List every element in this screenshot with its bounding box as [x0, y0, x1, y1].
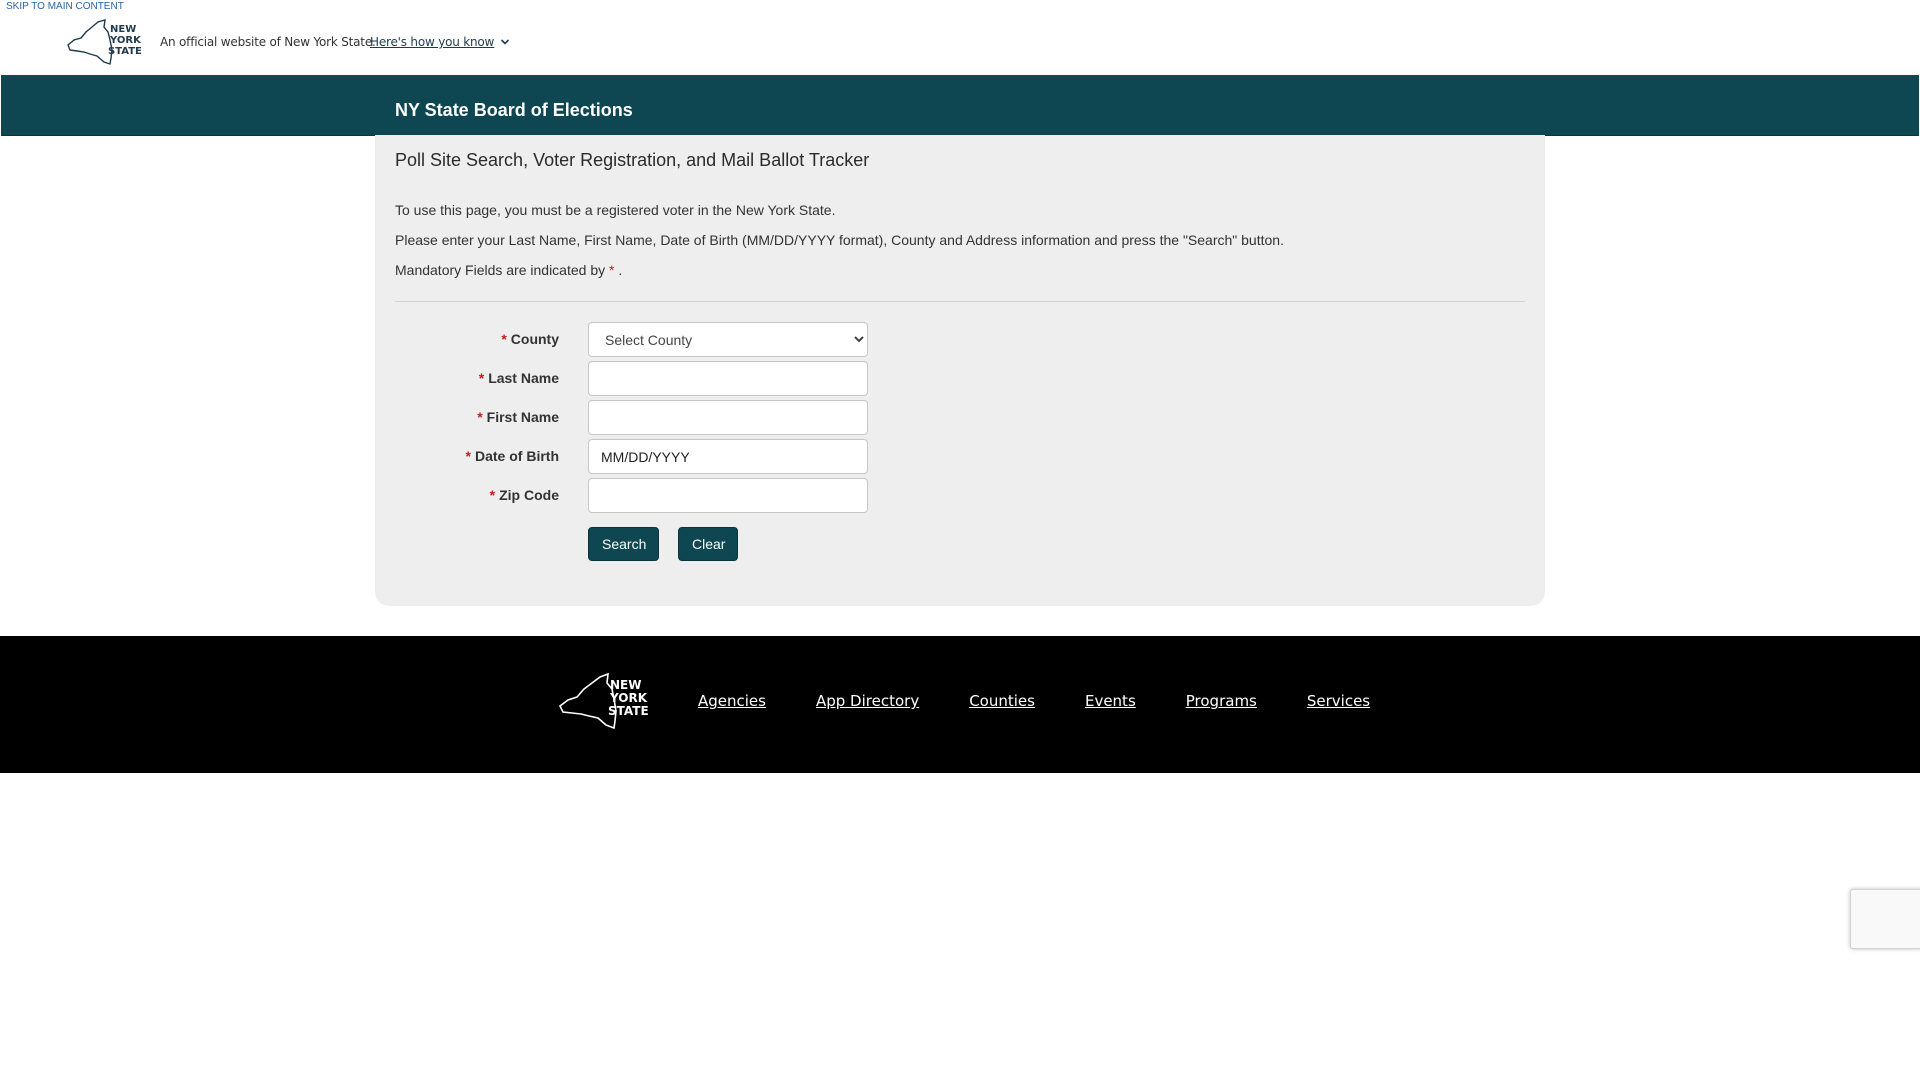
footer-link-programs[interactable]: Programs	[1186, 692, 1257, 710]
main-panel: Poll Site Search, Voter Registration, an…	[375, 135, 1545, 606]
first-name-label: * First Name	[477, 409, 559, 425]
ny-state-footer-logo[interactable]: NEW YORK STATE	[557, 672, 651, 730]
footer-logo-line-3: STATE	[608, 704, 649, 718]
agency-title[interactable]: NY State Board of Elections	[395, 100, 633, 121]
footer-link-app-directory[interactable]: App Directory	[816, 692, 919, 710]
required-marker: *	[501, 331, 507, 347]
logo-line-3: STATE	[108, 46, 142, 57]
logo-line-2: YORK	[109, 35, 142, 46]
county-select[interactable]: Select County	[588, 322, 868, 357]
search-button[interactable]: Search	[588, 527, 659, 561]
dob-label: * Date of Birth	[465, 448, 559, 464]
footer-logo-line-2: YORK	[609, 691, 648, 705]
footer-nav: Agencies App Directory Counties Events P…	[698, 692, 1370, 710]
footer-logo-line-1: NEW	[610, 678, 641, 692]
first-name-row: * First Name	[375, 400, 975, 435]
county-row: * County Select County	[375, 322, 975, 357]
last-name-input[interactable]	[588, 361, 868, 396]
zip-row: * Zip Code	[375, 478, 975, 513]
required-marker: *	[478, 370, 485, 386]
logo-line-1: NEW	[110, 24, 136, 35]
mandatory-suffix: .	[618, 262, 623, 278]
how-you-know-toggle[interactable]: Here's how you know	[370, 35, 510, 49]
footer-link-events[interactable]: Events	[1085, 692, 1136, 710]
ny-state-logo[interactable]: NEW YORK STATE	[64, 18, 142, 66]
required-marker: *	[465, 448, 471, 464]
first-name-input[interactable]	[588, 400, 868, 435]
clear-button[interactable]: Clear	[678, 527, 738, 561]
mandatory-prefix: Mandatory Fields are indicated by	[395, 262, 606, 278]
agency-header: NY State Board of Elections	[1, 75, 1919, 136]
intro-instructions: Please enter your Last Name, First Name,…	[395, 232, 1284, 248]
intro-registered-voter: To use this page, you must be a register…	[395, 202, 836, 218]
footer-link-agencies[interactable]: Agencies	[698, 692, 766, 710]
divider	[395, 301, 1525, 302]
chevron-down-icon	[501, 39, 510, 45]
footer-link-counties[interactable]: Counties	[969, 692, 1035, 710]
required-marker: *	[609, 262, 615, 278]
county-label: * County	[501, 331, 559, 347]
recaptcha-badge[interactable]	[1850, 889, 1920, 949]
page-title: Poll Site Search, Voter Registration, an…	[395, 150, 870, 170]
last-name-row: * Last Name	[375, 361, 975, 396]
zip-input[interactable]	[588, 478, 868, 513]
dob-row: * Date of Birth	[375, 439, 975, 474]
required-marker: *	[489, 487, 496, 503]
global-footer: NEW YORK STATE Agencies App Directory Co…	[0, 636, 1920, 773]
skip-to-main-link[interactable]: SKIP TO MAIN CONTENT	[6, 1, 124, 12]
universal-banner: SKIP TO MAIN CONTENT NEW YORK STATE An o…	[0, 0, 1920, 75]
how-you-know-label: Here's how you know	[370, 35, 495, 49]
last-name-label: * Last Name	[478, 370, 559, 386]
intro-mandatory-fields: Mandatory Fields are indicated by * .	[395, 262, 622, 278]
zip-label: * Zip Code	[489, 487, 559, 503]
dob-input[interactable]	[588, 439, 868, 474]
official-website-text: An official website of New York State.	[160, 35, 376, 49]
required-marker: *	[477, 409, 483, 425]
footer-link-services[interactable]: Services	[1307, 692, 1370, 710]
